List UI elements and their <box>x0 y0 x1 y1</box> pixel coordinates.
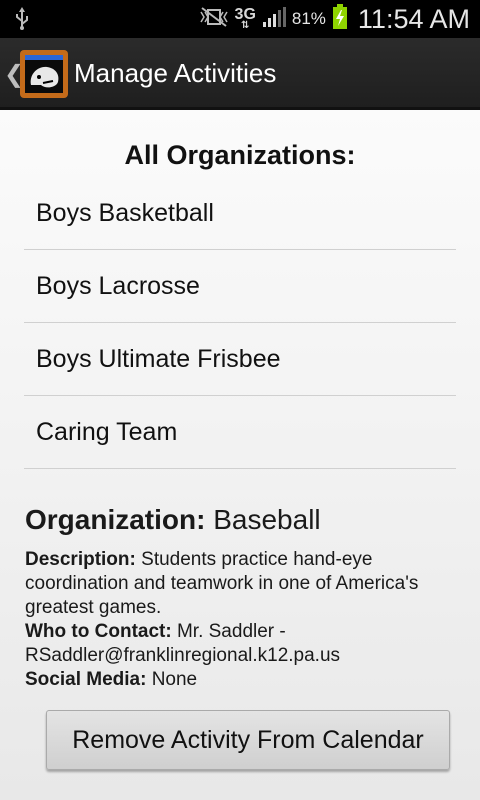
network-3g-icon: 3G ⇅ <box>234 6 256 31</box>
usb-icon <box>14 7 30 36</box>
main-content: All Organizations: Boys Basketball Boys … <box>0 110 480 800</box>
description-line: Description: Students practice hand-eye … <box>25 548 465 620</box>
social-media-value: None <box>151 669 198 690</box>
contact-line: Who to Contact: Mr. Saddler - RSaddler@f… <box>25 620 465 668</box>
signal-strength-icon <box>262 6 286 33</box>
list-item-boys-ultimate-frisbee[interactable]: Boys Ultimate Frisbee <box>24 323 456 396</box>
page-title: Manage Activities <box>74 58 277 88</box>
organization-value: Baseball <box>213 504 321 535</box>
action-bar: ❮ Manage Activities <box>0 38 480 110</box>
battery-percent: 81% <box>291 9 326 28</box>
list-item-boys-basketball[interactable]: Boys Basketball <box>24 177 456 250</box>
list-item-label: Boys Ultimate Frisbee <box>36 344 281 373</box>
list-item-label: Boys Lacrosse <box>36 271 200 300</box>
contact-label: Who to Contact: <box>25 621 172 642</box>
organization-details: Organization: Baseball Description: Stud… <box>25 504 465 692</box>
list-item-caring-team[interactable]: Caring Team <box>24 396 456 469</box>
description-label: Description: <box>25 549 136 570</box>
organization-label: Organization: <box>25 504 206 535</box>
vibrate-mute-icon <box>199 6 229 33</box>
remove-activity-button[interactable]: Remove Activity From Calendar <box>46 710 450 770</box>
organization-list: Boys Basketball Boys Lacrosse Boys Ultim… <box>24 177 456 469</box>
battery-charging-icon <box>332 3 348 35</box>
list-item-label: Caring Team <box>36 417 178 446</box>
social-media-label: Social Media: <box>25 669 147 690</box>
organizations-heading: All Organizations: <box>124 140 356 170</box>
social-media-line: Social Media: None <box>25 668 465 692</box>
list-item-boys-lacrosse[interactable]: Boys Lacrosse <box>24 250 456 323</box>
organization-name-line: Organization: Baseball <box>25 504 465 536</box>
clock: 11:54 AM <box>357 3 470 34</box>
app-logo-icon[interactable] <box>20 50 68 98</box>
status-bar: 3G ⇅ 81% 11:54 AM <box>0 0 480 38</box>
list-item-label: Boys Basketball <box>36 198 214 227</box>
